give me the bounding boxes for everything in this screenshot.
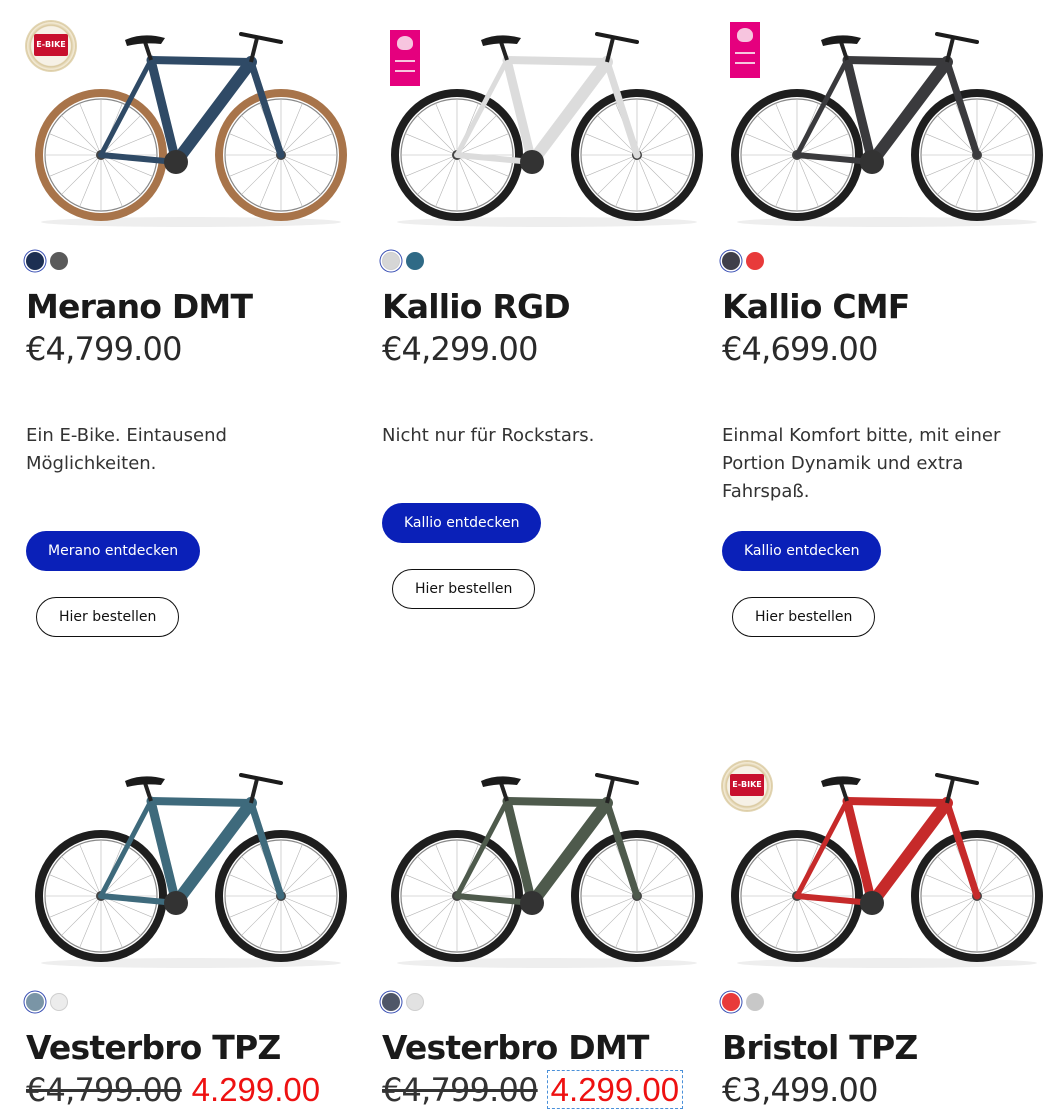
bike-illustration (391, 773, 703, 968)
color-swatches (722, 993, 764, 1011)
bike-image[interactable] (26, 741, 356, 971)
product-name[interactable]: Vesterbro TPZ (26, 1028, 281, 1067)
order-button[interactable]: Hier bestellen (392, 569, 536, 609)
color-swatch[interactable] (50, 993, 68, 1011)
original-price: €4,799.00 (382, 1071, 538, 1109)
color-swatch[interactable] (50, 252, 68, 270)
order-button[interactable]: Hier bestellen (36, 597, 180, 637)
bike-image[interactable] (722, 0, 1051, 230)
color-swatch[interactable] (722, 252, 740, 270)
bike-illustration (731, 32, 1043, 227)
color-swatches (382, 252, 424, 270)
bike-illustration (35, 32, 347, 227)
product-name[interactable]: Kallio RGD (382, 287, 571, 326)
bike-image[interactable] (382, 741, 712, 971)
product-price: €4,799.00 (26, 330, 182, 368)
color-swatches (26, 993, 68, 1011)
product-price: €4,799.00 4.299.00 (26, 1071, 320, 1109)
eurobike-award-badge (390, 30, 420, 86)
bike-frame (794, 773, 981, 915)
product-name[interactable]: Vesterbro DMT (382, 1028, 649, 1067)
design-award-badge: E-BIKE (26, 21, 76, 71)
color-swatch[interactable] (382, 993, 400, 1011)
product-price: €3,499.00 (722, 1071, 878, 1109)
design-award-badge: E-BIKE (722, 761, 772, 811)
product-name[interactable]: Merano DMT (26, 287, 253, 326)
sale-price: 4.299.00 (191, 1071, 321, 1108)
discover-button[interactable]: Merano entdecken (26, 531, 201, 571)
bike-frame (98, 32, 285, 174)
original-price: €4,799.00 (26, 1071, 182, 1109)
product-name[interactable]: Kallio CMF (722, 287, 910, 326)
color-swatch[interactable] (26, 252, 44, 270)
color-swatch[interactable] (722, 993, 740, 1011)
discover-button[interactable]: Kallio entdecken (722, 531, 882, 571)
product-description: Nicht nur für Rockstars. (382, 425, 595, 446)
color-swatches (722, 252, 764, 270)
color-swatch[interactable] (406, 993, 424, 1011)
color-swatches (382, 993, 424, 1011)
bike-illustration (391, 32, 703, 227)
product-name[interactable]: Bristol TPZ (722, 1028, 918, 1067)
product-price: €4,799.00 4.299.00 (382, 1070, 684, 1109)
product-description: Ein E-Bike. Eintausend Möglichkeiten. (26, 425, 227, 474)
color-swatches (26, 252, 68, 270)
bike-illustration (35, 773, 347, 968)
bike-image[interactable] (722, 741, 1051, 971)
product-price: €4,299.00 (382, 330, 538, 368)
bike-image[interactable] (26, 0, 356, 230)
discover-button[interactable]: Kallio entdecken (382, 503, 542, 543)
color-swatch[interactable] (382, 252, 400, 270)
product-price: €4,699.00 (722, 330, 878, 368)
order-button[interactable]: Hier bestellen (732, 597, 876, 637)
bike-frame (98, 773, 285, 915)
color-swatch[interactable] (746, 993, 764, 1011)
bike-frame (454, 773, 641, 915)
bike-frame (794, 32, 981, 174)
bike-image[interactable] (382, 0, 712, 230)
color-swatch[interactable] (26, 993, 44, 1011)
color-swatch[interactable] (406, 252, 424, 270)
color-swatch[interactable] (746, 252, 764, 270)
eurobike-award-badge (730, 22, 760, 78)
sale-price: 4.299.00 (546, 1070, 684, 1109)
bike-frame (454, 32, 641, 174)
bike-illustration (731, 773, 1043, 968)
product-description: Einmal Komfort bitte, mit einer Portion … (722, 425, 1001, 502)
